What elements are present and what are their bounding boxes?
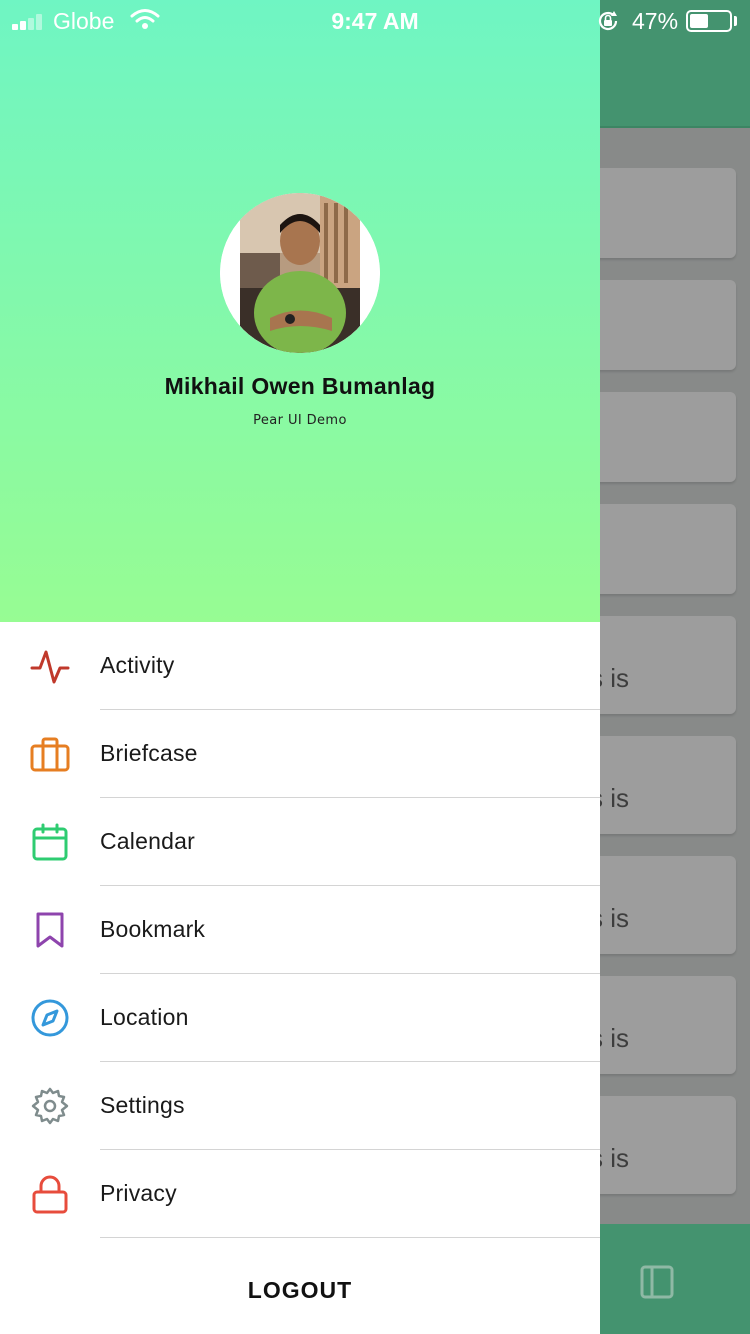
calendar-icon <box>32 823 68 861</box>
drawer-menu: Activity Briefcase Calendar Bookmark Loc… <box>0 622 600 1238</box>
drawer-header: Mikhail Owen Bumanlag Pear UI Demo <box>0 0 600 622</box>
menu-item-activity[interactable]: Activity <box>0 622 600 710</box>
navigation-drawer: Mikhail Owen Bumanlag Pear UI Demo Activ… <box>0 0 600 1334</box>
briefcase-icon <box>30 737 70 772</box>
battery-nub <box>734 16 737 26</box>
avatar[interactable] <box>220 193 380 353</box>
menu-item-location[interactable]: Location <box>0 974 600 1062</box>
profile-subtitle: Pear UI Demo <box>253 413 347 428</box>
menu-item-privacy[interactable]: Privacy <box>0 1150 600 1238</box>
menu-item-label: Bookmark <box>100 916 206 942</box>
status-bar: Globe 9:47 AM 47% <box>0 0 750 40</box>
lock-icon <box>32 1175 68 1214</box>
gear-icon <box>31 1087 69 1125</box>
sidebar-icon[interactable] <box>640 1265 674 1299</box>
menu-item-label: Settings <box>100 1092 185 1118</box>
menu-item-label: Privacy <box>100 1180 177 1206</box>
menu-item-bookmark[interactable]: Bookmark <box>0 886 600 974</box>
menu-item-settings[interactable]: Settings <box>0 1062 600 1150</box>
logout-button[interactable]: LOGOUT <box>0 1252 600 1328</box>
battery-icon <box>686 10 732 32</box>
menu-item-label: Location <box>100 1004 189 1030</box>
rotation-lock-icon <box>598 11 618 31</box>
profile-photo <box>220 193 380 353</box>
menu-item-label: Activity <box>100 652 175 678</box>
battery-level <box>690 14 708 28</box>
bookmark-icon <box>36 912 64 948</box>
divider <box>100 1237 600 1238</box>
battery-percent: 47% <box>632 8 679 34</box>
profile-name: Mikhail Owen Bumanlag <box>164 373 436 399</box>
compass-icon <box>31 999 69 1037</box>
menu-item-calendar[interactable]: Calendar <box>0 798 600 886</box>
activity-icon <box>30 650 70 684</box>
menu-item-label: Briefcase <box>100 740 198 766</box>
menu-item-briefcase[interactable]: Briefcase <box>0 710 600 798</box>
menu-item-label: Calendar <box>100 828 195 854</box>
